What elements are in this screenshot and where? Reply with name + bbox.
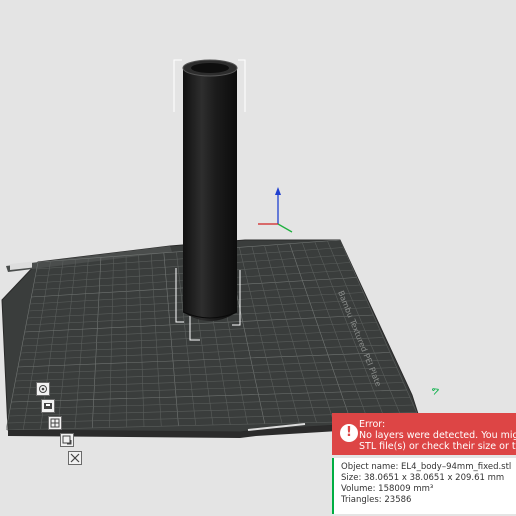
object-triangles: Triangles: 23586: [341, 495, 412, 505]
tube-object[interactable]: [173, 59, 246, 341]
object-volume: Volume: 158009 mm³: [341, 484, 434, 494]
layer-icon[interactable]: [41, 399, 55, 413]
add-plate-icon[interactable]: [60, 433, 74, 447]
close-icon[interactable]: [68, 451, 82, 465]
plate-toolbar: [30, 378, 90, 468]
plate-origin-marker: ᕗ: [431, 385, 442, 398]
grid-icon[interactable]: [48, 416, 62, 430]
error-icon: !: [340, 424, 358, 442]
eye-icon[interactable]: [36, 382, 50, 396]
object-name: Object name: EL4_body–94mm_fixed.stl: [341, 462, 512, 472]
axis-gizmo: [258, 187, 293, 233]
object-info-panel: Object name: EL4_body–94mm_fixed.stl Siz…: [332, 458, 516, 514]
error-notification: ! Error: No layers were detected. You mi…: [332, 413, 516, 455]
object-size: Size: 38.0651 x 38.0651 x 209.61 mm: [341, 473, 505, 483]
error-message-line2: STL file(s) or check their size or thick…: [359, 441, 516, 452]
error-message-line1: No layers were detected. You might wa: [359, 430, 516, 441]
error-title: Error:: [359, 419, 386, 430]
